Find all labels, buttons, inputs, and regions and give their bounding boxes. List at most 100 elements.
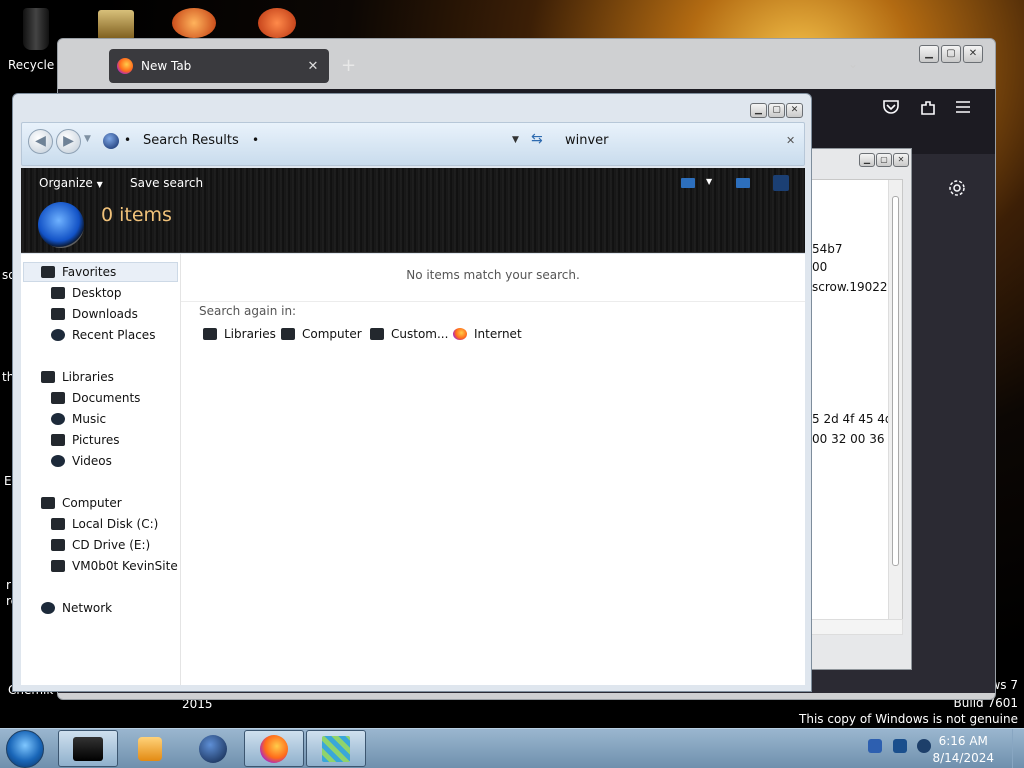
content-line: 00 xyxy=(812,260,828,274)
show-desktop-button[interactable] xyxy=(1012,729,1024,768)
maximize-button[interactable]: ▢ xyxy=(768,103,785,118)
nav-desktop[interactable]: Desktop xyxy=(51,283,122,303)
explorer-window[interactable]: ▁ ▢ ✕ ◀ ▶ ▼ • Search Results • ▼ ⇆ winve… xyxy=(12,93,812,692)
nav-cd-drive[interactable]: CD Drive (E:) xyxy=(51,535,150,555)
desktop-fragment-4: r xyxy=(6,578,11,592)
clock-date: 8/14/2024 xyxy=(932,751,994,765)
new-tab-button[interactable]: + xyxy=(341,55,356,76)
help-icon[interactable] xyxy=(773,175,789,191)
nav-music[interactable]: Music xyxy=(51,409,106,429)
custom-folder-icon xyxy=(370,328,384,340)
close-button[interactable]: ✕ xyxy=(963,45,983,63)
tab-close-icon[interactable]: ✕ xyxy=(305,59,321,74)
search-again-libraries[interactable]: Libraries xyxy=(203,327,276,341)
app-menu-icon[interactable] xyxy=(955,99,971,119)
location-label: Computer xyxy=(302,327,362,341)
system-clock[interactable]: 6:16 AM 8/14/2024 xyxy=(932,733,994,767)
tray-action-center-icon[interactable] xyxy=(893,739,907,753)
item-count: 0 items xyxy=(101,204,172,226)
back-button[interactable]: ◀ xyxy=(28,129,53,154)
address-dropdown-icon[interactable]: ▼ xyxy=(512,135,519,145)
taskbar-media-player-button[interactable] xyxy=(120,730,180,767)
music-icon xyxy=(51,413,65,425)
desktop-shortcut-icon[interactable] xyxy=(258,8,296,38)
nav-label: Recent Places xyxy=(72,328,156,342)
recent-pages-chevron-icon[interactable]: ▼ xyxy=(84,134,91,144)
save-search-button[interactable]: Save search xyxy=(130,176,203,190)
results-pane: No items match your search. Search again… xyxy=(181,254,805,685)
nav-pictures[interactable]: Pictures xyxy=(51,430,120,450)
search-again-custom[interactable]: Custom... xyxy=(370,327,448,341)
refresh-icon[interactable]: ⇆ xyxy=(531,131,543,147)
tray-volume-icon[interactable] xyxy=(917,739,931,753)
breadcrumb-separator-icon[interactable]: • xyxy=(124,133,131,147)
nav-favorites[interactable]: Favorites xyxy=(23,262,178,282)
firefox-tab-new-tab[interactable]: New Tab ✕ xyxy=(109,49,329,83)
start-button[interactable] xyxy=(6,730,44,768)
navigation-pane: Favorites Desktop Downloads Recent Place… xyxy=(21,254,181,685)
nav-label: Pictures xyxy=(72,433,120,447)
network-drive-icon xyxy=(51,560,65,572)
breadcrumb-separator-icon[interactable]: • xyxy=(252,133,259,147)
nav-label: Favorites xyxy=(62,265,117,279)
search-input[interactable]: winver xyxy=(565,133,609,148)
forward-button[interactable]: ▶ xyxy=(56,129,81,154)
nav-recent-places[interactable]: Recent Places xyxy=(51,325,155,345)
clock-time: 6:16 AM xyxy=(938,734,988,748)
forward-arrow-icon: ▶ xyxy=(63,133,74,149)
nav-documents[interactable]: Documents xyxy=(51,388,140,408)
favorites-icon xyxy=(41,266,55,278)
scrollbar-thumb[interactable] xyxy=(892,196,899,566)
horizontal-scrollbar[interactable] xyxy=(811,619,903,635)
search-again-internet[interactable]: Internet xyxy=(453,327,522,341)
firefox-window-controls: ▁ ▢ ✕ xyxy=(919,45,983,63)
desktop-shortcut-icon[interactable] xyxy=(98,10,134,40)
gear-icon[interactable] xyxy=(948,179,966,202)
tab-title: New Tab xyxy=(141,59,192,73)
taskbar-registry-editor-button[interactable] xyxy=(306,730,366,767)
breadcrumb[interactable]: Search Results xyxy=(143,133,239,148)
nav-label: Downloads xyxy=(72,307,138,321)
recycle-bin-icon[interactable] xyxy=(19,8,53,54)
minimize-button[interactable]: ▁ xyxy=(750,103,767,118)
view-options-icon[interactable] xyxy=(681,178,695,188)
minimize-button[interactable]: ▁ xyxy=(919,45,939,63)
nav-videos[interactable]: Videos xyxy=(51,451,112,471)
location-label: Libraries xyxy=(224,327,276,341)
nav-network-share[interactable]: VM0b0t KevinSite xyxy=(51,556,178,576)
background-window-content: 54b7 00 scrow.190220-1 5 2d 4f 45 4d 2 0… xyxy=(811,179,903,633)
extensions-icon[interactable] xyxy=(919,99,937,122)
preview-pane-icon[interactable] xyxy=(736,178,750,188)
list-all-tabs-icon[interactable]: ⌄ xyxy=(848,57,858,71)
cd-drive-icon xyxy=(51,539,65,551)
nav-downloads[interactable]: Downloads xyxy=(51,304,138,324)
clear-search-icon[interactable]: ✕ xyxy=(786,134,795,147)
computer-icon xyxy=(41,497,55,509)
background-window[interactable]: ▁ ▢ ✕ 54b7 00 scrow.190220-1 5 2d 4f 45 … xyxy=(804,148,912,670)
nav-network[interactable]: Network xyxy=(41,598,112,618)
close-button[interactable]: ✕ xyxy=(893,153,909,167)
nav-local-disk[interactable]: Local Disk (C:) xyxy=(51,514,158,534)
maximize-button[interactable]: ▢ xyxy=(941,45,961,63)
desktop-icon xyxy=(51,287,65,299)
taskbar-explorer-button[interactable] xyxy=(58,730,118,767)
desktop-shortcut-icon[interactable] xyxy=(172,8,216,38)
minimize-button[interactable]: ▁ xyxy=(859,153,875,167)
tray-network-icon[interactable] xyxy=(868,739,882,753)
view-options-chevron-icon[interactable]: ▼ xyxy=(706,177,712,186)
taskbar: 6:16 AM 8/14/2024 xyxy=(0,728,1024,768)
close-button[interactable]: ✕ xyxy=(786,103,803,118)
nav-libraries[interactable]: Libraries xyxy=(41,367,114,387)
downloads-icon xyxy=(51,308,65,320)
vertical-scrollbar[interactable] xyxy=(888,180,902,632)
organize-menu[interactable]: Organize ▼ xyxy=(39,176,103,190)
recent-places-icon xyxy=(51,329,65,341)
maximize-button[interactable]: ▢ xyxy=(876,153,892,167)
pocket-icon[interactable] xyxy=(882,99,900,120)
nav-label: Videos xyxy=(72,454,112,468)
hard-drive-icon xyxy=(51,518,65,530)
taskbar-globe-button[interactable] xyxy=(183,730,243,767)
nav-computer[interactable]: Computer xyxy=(41,493,122,513)
search-again-computer[interactable]: Computer xyxy=(281,327,362,341)
taskbar-firefox-button[interactable] xyxy=(244,730,304,767)
